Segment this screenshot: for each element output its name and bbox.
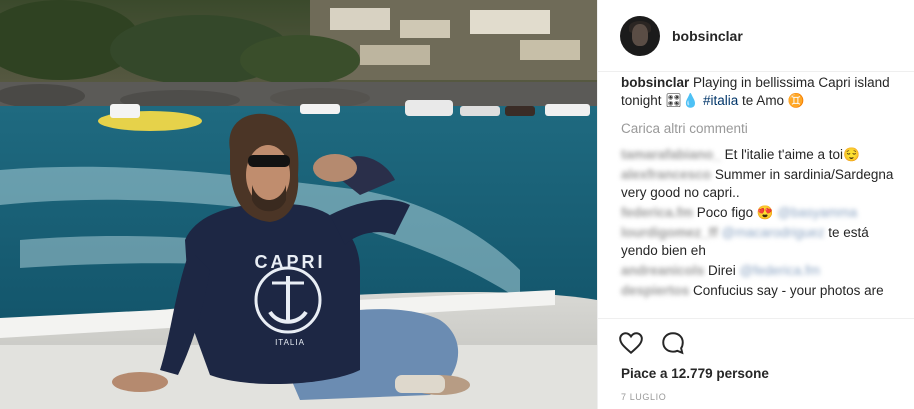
- comment-mention[interactable]: @basyamma: [777, 205, 857, 220]
- header-username[interactable]: bobsinclar: [672, 28, 743, 44]
- comment-username[interactable]: tamarafabiano_: [621, 147, 721, 162]
- caption-tail: te Amo ♊: [742, 93, 805, 108]
- caption-username[interactable]: bobsinclar: [621, 75, 689, 90]
- comment-item: federica.fm Poco figo 😍 @basyamma: [621, 204, 896, 222]
- comment-text: Et l'italie t'aime a toi😌: [724, 147, 860, 162]
- divider: [598, 318, 914, 319]
- load-more-comments[interactable]: Carica altri commenti: [621, 120, 896, 138]
- comment-text: Poco figo 😍: [696, 205, 774, 220]
- caption: bobsinclar Playing in bellissima Capri i…: [621, 74, 896, 110]
- sweater-subtext: ITALIA: [275, 338, 305, 347]
- post-photo[interactable]: CAPRI ITALIA: [0, 0, 597, 409]
- comment-item: tamarafabiano_ Et l'italie t'aime a toi😌: [621, 146, 896, 164]
- instagram-post: CAPRI ITALIA bobsinclar bobsinclar Playi…: [0, 0, 914, 409]
- comment-item: lourdigomez_ff @macarodriguez te está ye…: [621, 224, 896, 260]
- comment-text: Confucius say - your photos are: [693, 283, 884, 298]
- comment-username[interactable]: alexfrancesco: [621, 167, 711, 182]
- hashtag-link[interactable]: #italia: [703, 93, 738, 108]
- comment-mention[interactable]: @federica.fm: [740, 263, 820, 278]
- post-date[interactable]: 7 LUGLIO: [621, 392, 666, 402]
- comment-icon[interactable]: [660, 330, 686, 356]
- comment-item: andreanicols Direi @federica.fm: [621, 262, 896, 280]
- post-sidebar: bobsinclar bobsinclar Playing in belliss…: [597, 0, 914, 409]
- comment-mention[interactable]: @macarodriguez: [722, 225, 825, 240]
- comment-item: despiertos Confucius say - your photos a…: [621, 282, 896, 300]
- comment-text: Direi: [708, 263, 736, 278]
- likes-count[interactable]: Piace a 12.779 persone: [621, 366, 769, 381]
- post-header: bobsinclar: [598, 0, 914, 72]
- avatar[interactable]: [620, 15, 660, 56]
- sweater-text: CAPRI: [254, 252, 325, 272]
- comment-username[interactable]: lourdigomez_ff: [621, 225, 718, 240]
- comments-section: bobsinclar Playing in bellissima Capri i…: [598, 74, 914, 300]
- heart-icon[interactable]: [618, 330, 644, 356]
- comment-username[interactable]: federica.fm: [621, 205, 693, 220]
- comment-username[interactable]: andreanicols: [621, 263, 704, 278]
- comment-username[interactable]: despiertos: [621, 283, 689, 298]
- comment-item: alexfrancesco Summer in sardinia/Sardegn…: [621, 166, 896, 202]
- action-bar: [618, 330, 686, 356]
